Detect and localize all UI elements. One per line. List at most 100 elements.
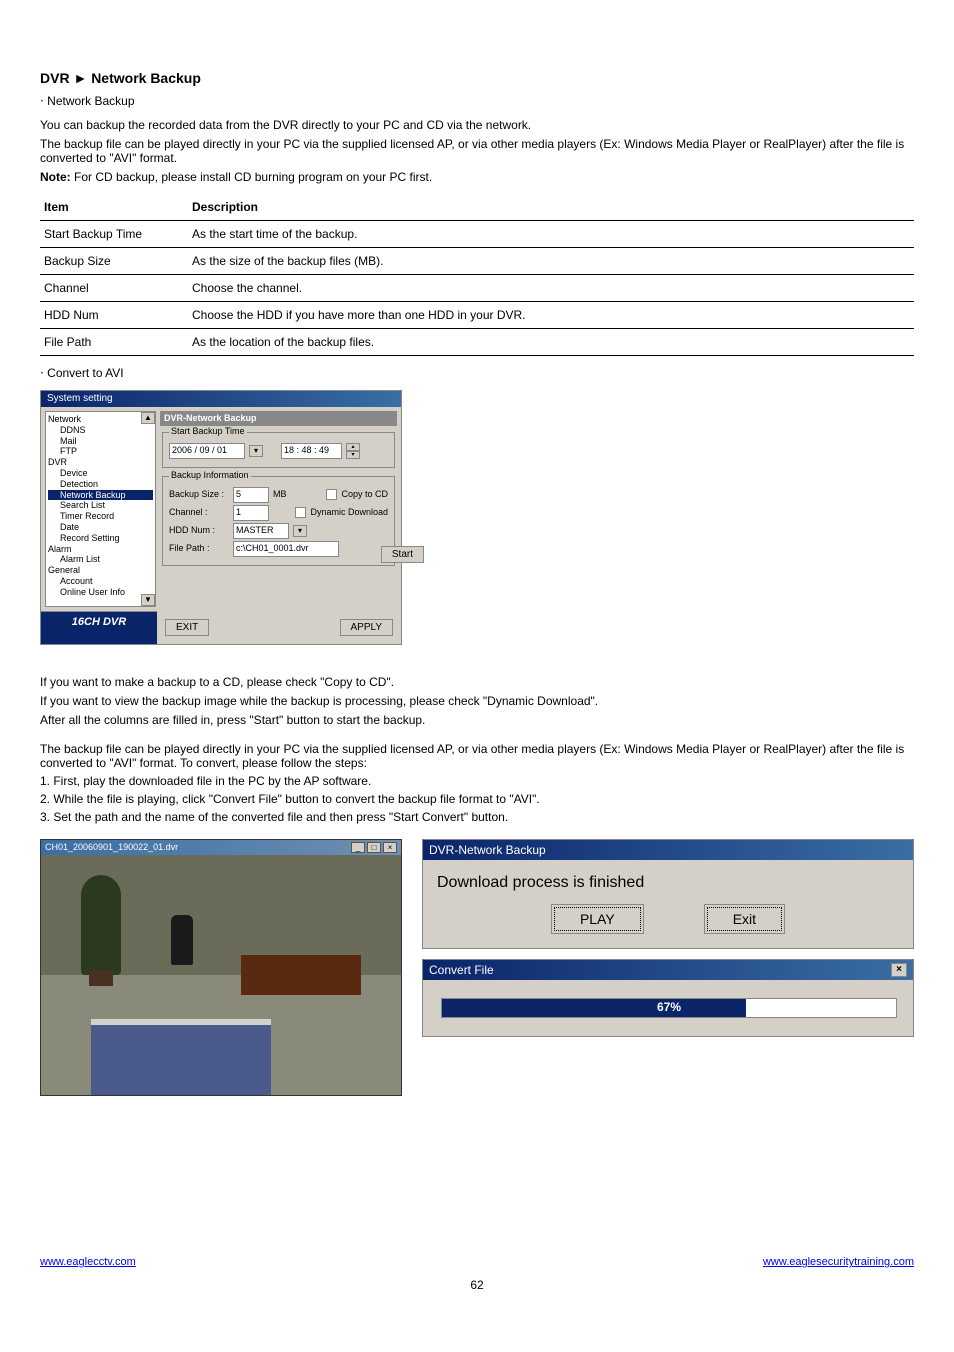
convert-file-dialog: Convert File × 67% <box>422 959 914 1037</box>
td-desc: Choose the HDD if you have more than one… <box>188 302 914 329</box>
maximize-icon[interactable]: □ <box>367 842 381 853</box>
th-item: Item <box>40 194 188 221</box>
progress-percent-label: 67% <box>442 1000 896 1014</box>
note-prefix: Note: <box>40 170 71 184</box>
panel-title: DVR-Network Backup <box>160 411 397 426</box>
download-finished-message: Download process is finished <box>437 874 899 892</box>
tree-item-alarm-list[interactable]: Alarm List <box>48 554 153 565</box>
close-icon[interactable]: × <box>383 842 397 853</box>
playback-title-text: CH01_20060901_190022_01.dvr <box>45 842 178 853</box>
hdd-num-select[interactable]: MASTER <box>233 523 289 539</box>
tree-item-ftp[interactable]: FTP <box>48 446 153 457</box>
time-spinner[interactable]: ▴▾ <box>346 443 360 459</box>
td-item: Backup Size <box>40 248 188 275</box>
tree-item-search-list[interactable]: Search List <box>48 500 153 511</box>
convert-close-icon[interactable]: × <box>891 963 907 977</box>
start-button[interactable]: Start <box>381 546 424 563</box>
td-item: HDD Num <box>40 302 188 329</box>
video-frame <box>41 855 401 1095</box>
td-desc: As the size of the backup files (MB). <box>188 248 914 275</box>
channel-label: Channel : <box>169 507 229 518</box>
note-text: For CD backup, please install CD burning… <box>74 170 432 184</box>
tree-item-detection[interactable]: Detection <box>48 479 153 490</box>
download-dialog-title: DVR-Network Backup <box>423 840 913 860</box>
channel-input[interactable]: 1 <box>233 505 269 521</box>
download-finished-dialog: DVR-Network Backup Download process is f… <box>422 839 914 949</box>
td-item: Start Backup Time <box>40 221 188 248</box>
td-desc: As the start time of the backup. <box>188 221 914 248</box>
dynamic-download-checkbox[interactable] <box>295 507 306 518</box>
system-setting-window: System setting ▲ Network DDNS Mail FTP D… <box>40 390 402 645</box>
date-input[interactable]: 2006 / 09 / 01 <box>169 443 245 459</box>
brand-logo: 16CH DVR <box>41 611 157 644</box>
post-line-3: After all the columns are filled in, pre… <box>40 713 914 727</box>
scroll-down-icon[interactable]: ▼ <box>141 594 155 606</box>
window-titlebar: System setting <box>41 391 401 407</box>
minimize-icon[interactable]: _ <box>351 842 365 853</box>
file-path-input[interactable]: c:\CH01_0001.dvr <box>233 541 339 557</box>
step-2: 2. While the file is playing, click "Con… <box>40 792 914 806</box>
tree-item-online-user[interactable]: Online User Info <box>48 587 153 598</box>
td-item: File Path <box>40 329 188 356</box>
apply-button[interactable]: APPLY <box>340 619 394 636</box>
tree-item-record-setting[interactable]: Record Setting <box>48 533 153 544</box>
post-line-1: If you want to make a backup to a CD, pl… <box>40 675 914 689</box>
mb-label: MB <box>273 489 287 500</box>
footer-link-left[interactable]: www.eaglecctv.com <box>40 1256 136 1268</box>
convert-dialog-title: Convert File × <box>423 960 913 980</box>
date-dropdown-icon[interactable]: ▾ <box>249 445 263 457</box>
tree-item-general[interactable]: General <box>48 565 153 576</box>
tree-item-ddns[interactable]: DDNS <box>48 425 153 436</box>
convert-title-text: Convert File <box>429 963 494 977</box>
file-path-label: File Path : <box>169 543 229 554</box>
tree-item-account[interactable]: Account <box>48 576 153 587</box>
tree-item-mail[interactable]: Mail <box>48 436 153 447</box>
td-desc: Choose the channel. <box>188 275 914 302</box>
tree-item-network-backup[interactable]: Network Backup <box>48 490 153 501</box>
td-item: Channel <box>40 275 188 302</box>
copy-to-cd-label: Copy to CD <box>341 489 388 500</box>
download-title-text: DVR-Network Backup <box>429 843 546 857</box>
playback-window: CH01_20060901_190022_01.dvr _ □ × <box>40 839 402 1096</box>
footer-link-right[interactable]: www.eaglesecuritytraining.com <box>763 1256 914 1268</box>
scroll-up-icon[interactable]: ▲ <box>141 412 155 424</box>
desc-text-1b: The backup file can be played directly i… <box>40 137 914 165</box>
time-input[interactable]: 18 : 48 : 49 <box>281 443 342 459</box>
group-title-backup-time: Start Backup Time <box>169 426 247 437</box>
backup-size-label: Backup Size : <box>169 489 229 500</box>
params-table: Item Description Start Backup TimeAs the… <box>40 194 914 356</box>
post-line-2: If you want to view the backup image whi… <box>40 694 914 708</box>
step-1: 1. First, play the downloaded file in th… <box>40 774 914 788</box>
tree-item-dvr[interactable]: DVR <box>48 457 153 468</box>
playback-titlebar: CH01_20060901_190022_01.dvr _ □ × <box>41 840 401 855</box>
settings-tree[interactable]: ▲ Network DDNS Mail FTP DVR Device Detec… <box>45 411 156 607</box>
page-number: 62 <box>40 1278 914 1292</box>
section-heading: DVR ► Network Backup <box>40 70 914 86</box>
dynamic-download-label: Dynamic Download <box>310 507 388 518</box>
backup-info-group: Backup Information Backup Size : 5 MB Co… <box>162 476 395 566</box>
td-desc: As the location of the backup files. <box>188 329 914 356</box>
play-button[interactable]: PLAY <box>551 904 644 934</box>
hdd-dropdown-icon[interactable]: ▾ <box>293 525 307 537</box>
tree-item-network[interactable]: Network <box>48 414 153 425</box>
tree-item-alarm[interactable]: Alarm <box>48 544 153 555</box>
step-intro: The backup file can be played directly i… <box>40 742 914 770</box>
note-line: Note: For CD backup, please install CD b… <box>40 170 914 184</box>
tree-item-device[interactable]: Device <box>48 468 153 479</box>
tree-item-timer-record[interactable]: Timer Record <box>48 511 153 522</box>
exit-button[interactable]: EXIT <box>165 619 209 636</box>
progress-bar: 67% <box>441 998 897 1018</box>
th-desc: Description <box>188 194 914 221</box>
hdd-num-label: HDD Num : <box>169 525 229 536</box>
step-3: 3. Set the path and the name of the conv… <box>40 810 914 824</box>
tree-item-date[interactable]: Date <box>48 522 153 533</box>
start-backup-time-group: Start Backup Time 2006 / 09 / 01 ▾ 18 : … <box>162 432 395 468</box>
copy-to-cd-checkbox[interactable] <box>326 489 337 500</box>
bullet-convert-avi: ‧ Convert to AVI <box>40 366 914 380</box>
bullet-network-backup: ‧ Network Backup <box>40 94 914 108</box>
footer-links: www.eaglecctv.com www.eaglesecuritytrain… <box>40 1256 914 1268</box>
exit-dialog-button[interactable]: Exit <box>704 904 785 934</box>
backup-size-input[interactable]: 5 <box>233 487 269 503</box>
group-title-backup-info: Backup Information <box>169 470 251 481</box>
convert-steps: The backup file can be played directly i… <box>40 742 914 824</box>
